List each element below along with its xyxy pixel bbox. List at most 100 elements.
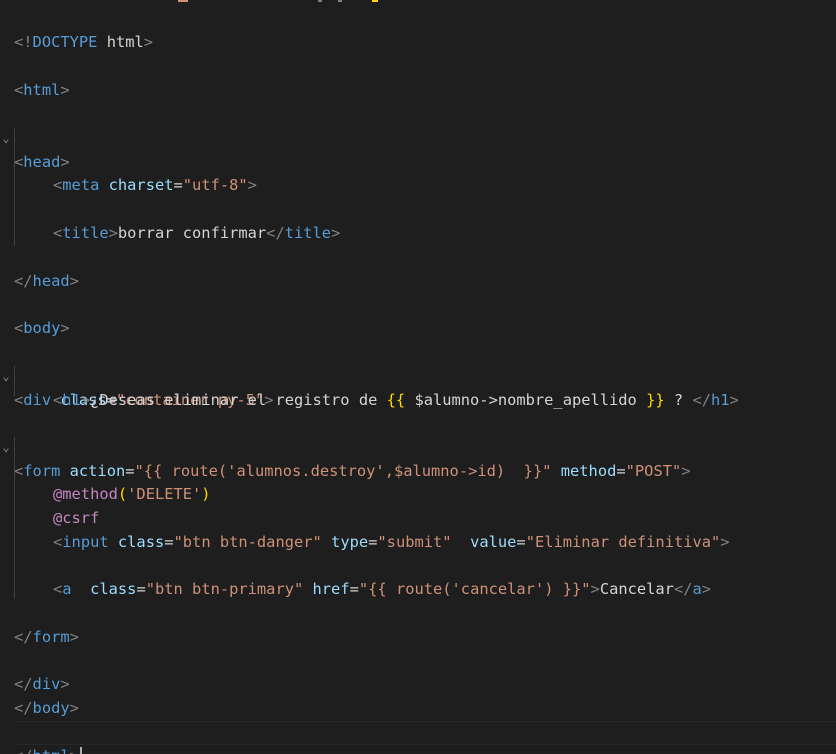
code-line-head-close[interactable]: </head>	[0, 245, 79, 290]
token: </	[692, 391, 711, 409]
token: =	[616, 462, 626, 480]
token: "POST"	[625, 462, 682, 480]
token: <	[14, 81, 24, 99]
token: input	[62, 533, 109, 551]
scrolled-line-remnant	[0, 0, 836, 2]
token: h1	[711, 391, 730, 409]
token: >	[80, 391, 91, 409]
token: DOCTYPE	[32, 33, 98, 51]
token: <	[53, 391, 63, 409]
token: =	[173, 176, 183, 194]
token: html	[33, 747, 70, 754]
token: >	[69, 699, 79, 717]
token: Cancelar	[599, 580, 674, 598]
token: a	[692, 580, 702, 598]
token: </	[673, 580, 693, 598]
code-line-html-close[interactable]: </html>	[0, 720, 82, 754]
code-line-form-open[interactable]: ⌄ <form action="{{ route('alumnos.destro…	[0, 411, 690, 480]
code-line-body-open[interactable]: <body>	[0, 292, 70, 337]
code-line-div-close[interactable]: </div>	[0, 648, 70, 693]
token: )	[201, 485, 211, 503]
token: "utf-8"	[182, 176, 248, 194]
token: <	[14, 319, 24, 337]
token: >	[729, 391, 739, 409]
token: ¿Deseas eliminar el registro de	[90, 391, 387, 409]
code-line-csrf-directive[interactable]: @csrf	[0, 482, 99, 527]
code-editor[interactable]: <!DOCTYPE html> <html> ⌄ <head> <meta ch…	[0, 0, 836, 754]
token: head	[32, 272, 70, 290]
token: <!	[14, 33, 33, 51]
fold-chevron-icon[interactable]: ⌄	[1, 126, 11, 150]
token: <	[53, 176, 63, 194]
token: a	[62, 580, 72, 598]
token: =	[136, 580, 146, 598]
token: body	[23, 319, 61, 337]
token: meta	[62, 176, 100, 194]
token: href	[303, 580, 350, 598]
token: >	[70, 747, 79, 754]
token: action	[60, 462, 126, 480]
token: "btn btn-primary"	[145, 580, 304, 598]
code-line-head-open[interactable]: ⌄ <head>	[0, 102, 69, 171]
code-line-body-close[interactable]: </body>	[0, 672, 79, 717]
token: >	[247, 176, 257, 194]
token: >	[681, 462, 691, 480]
token: type	[321, 533, 369, 551]
token: 'DELETE'	[127, 485, 202, 503]
token: html	[97, 33, 144, 51]
code-line-anchor[interactable]: <a class="btn btn-primary" href="{{ rout…	[0, 553, 711, 598]
token: "{{ route('cancelar') }}"	[358, 580, 591, 598]
token: method	[551, 462, 617, 480]
token: =	[164, 533, 174, 551]
token: <	[53, 580, 63, 598]
token: @csrf	[53, 509, 100, 527]
code-line-meta[interactable]: <meta charset="utf-8">	[0, 149, 257, 194]
code-line-div-open[interactable]: ⌄ <div class="container py-5">	[0, 340, 273, 409]
token: </	[14, 628, 33, 646]
current-line-highlight	[14, 721, 836, 745]
token: $alumno->nombre_apellido	[405, 391, 647, 409]
token: </	[266, 224, 285, 242]
token: value	[451, 533, 517, 551]
code-line-input[interactable]: <input class="btn btn-danger" type="subm…	[0, 506, 730, 551]
token: <	[53, 224, 63, 242]
token: class	[71, 580, 137, 598]
token: >	[143, 33, 154, 51]
token: html	[23, 81, 61, 99]
token: =	[349, 580, 359, 598]
token: <	[53, 533, 63, 551]
token: =	[368, 533, 378, 551]
token: title	[62, 224, 109, 242]
token: body	[32, 699, 70, 717]
token: >	[60, 675, 70, 693]
token: >	[60, 153, 70, 171]
token: =	[125, 462, 135, 480]
token: title	[284, 224, 332, 242]
token: >	[331, 224, 341, 242]
code-line-title[interactable]: <title>borrar confirmar</title>	[0, 197, 340, 242]
code-line-h1[interactable]: <h1>¿Deseas eliminar el registro de {{ $…	[0, 364, 739, 409]
text-cursor	[79, 746, 82, 754]
token: </	[14, 747, 33, 754]
token: >	[720, 533, 730, 551]
token: >	[60, 81, 70, 99]
token: </	[14, 699, 33, 717]
code-line-html-open[interactable]: <html>	[0, 54, 70, 99]
code-line-method-directive[interactable]: @method('DELETE')	[0, 458, 211, 503]
token: =	[516, 533, 526, 551]
token: h1	[62, 391, 81, 409]
token: >	[590, 580, 600, 598]
code-line-form-close[interactable]: </form>	[0, 601, 79, 646]
token: </	[14, 272, 33, 290]
token: ?	[664, 391, 693, 409]
code-line-doctype[interactable]: <!DOCTYPE html>	[0, 6, 153, 51]
token: >	[69, 628, 79, 646]
token: >	[60, 319, 70, 337]
token: @method	[53, 485, 118, 503]
token: charset	[99, 176, 174, 194]
token: "btn btn-danger"	[173, 533, 322, 551]
token: (	[117, 485, 128, 503]
token: "Eliminar definitiva"	[525, 533, 721, 551]
fold-chevron-icon[interactable]: ⌄	[1, 435, 11, 459]
token: "submit"	[377, 533, 452, 551]
